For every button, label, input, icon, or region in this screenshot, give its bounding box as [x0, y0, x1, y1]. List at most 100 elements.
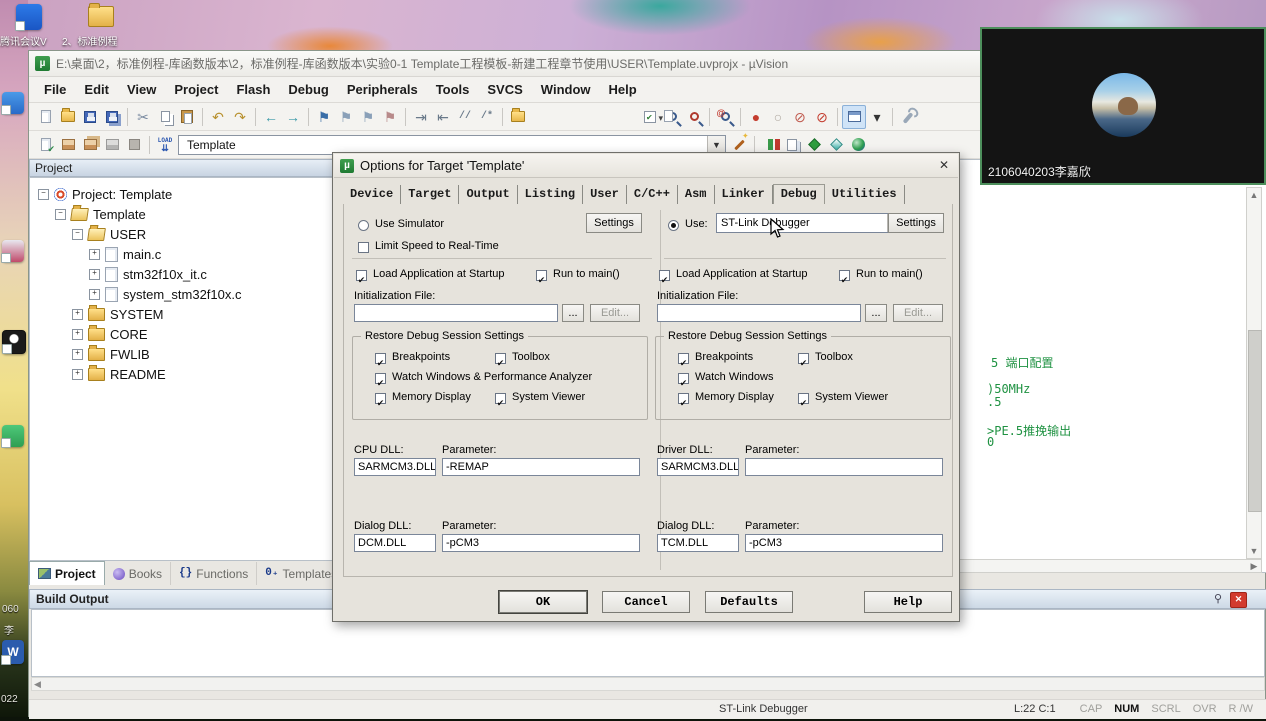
sim-load-app-checkbox[interactable]: ✔ [356, 270, 367, 285]
wechat-icon[interactable] [1, 425, 24, 448]
dialog-tab-linker[interactable]: Linker [715, 185, 773, 204]
dbg-load-app-checkbox[interactable]: ✔ [659, 270, 670, 285]
desktop-folder-icon[interactable] [88, 3, 114, 27]
tree-expander[interactable]: + [89, 288, 100, 300]
dbg-edit-button[interactable]: Edit... [893, 304, 943, 322]
dialog-tab-utilities[interactable]: Utilities [825, 185, 905, 204]
dialog-tab-listing[interactable]: Listing [518, 185, 584, 204]
disable-all-breakpoints-button[interactable]: ⊘ [789, 106, 811, 128]
check-dropdown-button[interactable] [639, 106, 663, 128]
build-output-scrollbar[interactable]: ◀ [31, 677, 1265, 691]
debugger-settings-button[interactable]: Settings [888, 213, 944, 233]
use-simulator-radio[interactable] [358, 220, 369, 231]
editor-vertical-scrollbar[interactable]: ▲ ▼ [1246, 187, 1262, 559]
new-file-button[interactable] [35, 106, 57, 128]
tree-expander[interactable]: + [72, 308, 83, 320]
menu-debug[interactable]: Debug [279, 77, 337, 102]
cancel-button[interactable]: Cancel [602, 591, 690, 613]
tree-item[interactable]: + SYSTEM [30, 304, 335, 324]
menu-project[interactable]: Project [165, 77, 227, 102]
tree-item[interactable]: + FWLIB [30, 344, 335, 364]
dialog-tab-target[interactable]: Target [401, 185, 460, 204]
open-file-button[interactable] [57, 106, 79, 128]
sim-dialog-parameter-input[interactable]: -pCM3 [442, 534, 640, 552]
sim-run-main-checkbox[interactable]: ✔ [536, 270, 547, 285]
cpu-parameter-input[interactable]: -REMAP [442, 458, 640, 476]
dbg-dialog-dll-input[interactable]: TCM.DLL [657, 534, 739, 552]
tree-item[interactable]: − Project: Template [30, 184, 335, 204]
help-button[interactable]: Help [864, 591, 952, 613]
sim-dialog-dll-input[interactable]: DCM.DLL [354, 534, 436, 552]
kill-all-breakpoints-button[interactable]: ⊘ [811, 106, 833, 128]
download-button[interactable] [154, 134, 176, 156]
translate-button[interactable] [35, 134, 57, 156]
use-debugger-radio[interactable] [668, 220, 679, 231]
tree-item[interactable]: − USER [30, 224, 335, 244]
sim-checkbox-memory-display[interactable]: ✔ [375, 393, 386, 408]
word-icon[interactable]: W [1, 640, 24, 665]
simulator-settings-button[interactable]: Settings [586, 213, 642, 233]
build-output-pin-icon[interactable]: ⚲ [1211, 592, 1225, 606]
dbg-init-file-input[interactable] [657, 304, 861, 322]
desktop-shortcut-2-icon[interactable] [1, 240, 24, 263]
sim-browse-button[interactable]: ... [562, 304, 584, 322]
scroll-left-icon[interactable]: ◀ [34, 678, 41, 690]
start-debug-session-button[interactable] [683, 106, 705, 128]
sim-checkbox-toolbox[interactable]: ✔ [495, 353, 506, 368]
tree-item[interactable]: + main.c [30, 244, 335, 264]
redo-button[interactable]: ↷ [229, 106, 251, 128]
tree-expander[interactable]: − [55, 208, 66, 220]
ok-button[interactable]: OK [499, 591, 587, 613]
configure-tools-button[interactable] [897, 106, 919, 128]
indent-button[interactable]: ⇥ [410, 106, 432, 128]
save-button[interactable] [79, 106, 101, 128]
dialog-tab-asm[interactable]: Asm [678, 185, 715, 204]
insert-breakpoint-button[interactable]: ● [745, 106, 767, 128]
dialog-tab-cc[interactable]: C/C++ [627, 185, 678, 204]
stop-build-button[interactable] [123, 134, 145, 156]
project-panel-header[interactable]: Project [29, 159, 336, 177]
dialog-tab-user[interactable]: User [583, 185, 627, 204]
dbg-checkbox-memory-display[interactable]: ✔ [678, 393, 689, 408]
menu-help[interactable]: Help [600, 77, 646, 102]
dbg-checkbox-toolbox[interactable]: ✔ [798, 353, 809, 368]
menu-window[interactable]: Window [532, 77, 600, 102]
menu-peripherals[interactable]: Peripherals [338, 77, 427, 102]
tree-item[interactable]: + system_stm32f10x.c [30, 284, 335, 304]
unindent-button[interactable]: ⇤ [432, 106, 454, 128]
enable-breakpoint-button[interactable]: ○ [767, 106, 789, 128]
dialog-close-icon[interactable]: ✕ [936, 158, 952, 174]
sim-init-file-input[interactable] [354, 304, 558, 322]
scroll-down-icon[interactable]: ▼ [1247, 544, 1261, 558]
save-all-button[interactable] [101, 106, 123, 128]
sim-edit-button[interactable]: Edit... [590, 304, 640, 322]
rebuild-all-button[interactable] [79, 134, 101, 156]
driver-parameter-input[interactable] [745, 458, 943, 476]
sim-checkbox-watch-windows---performance-analyzer[interactable]: ✔ [375, 373, 386, 388]
find-in-files-button[interactable] [661, 106, 683, 128]
driver-dll-input[interactable]: SARMCM3.DLL [657, 458, 739, 476]
sim-checkbox-breakpoints[interactable]: ✔ [375, 353, 386, 368]
dbg-checkbox-watch-windows[interactable]: ✔ [678, 373, 689, 388]
debugger-dropdown[interactable]: ST-Link Debugger ▼ [716, 213, 906, 233]
tree-expander[interactable]: − [72, 228, 83, 240]
dialog-tab-output[interactable]: Output [459, 185, 518, 204]
tab-books[interactable]: Books [105, 562, 172, 585]
build-button[interactable] [57, 134, 79, 156]
layout-dropdown-button[interactable]: ▾ [866, 106, 888, 128]
navigate-forward-button[interactable]: → [282, 106, 304, 128]
tree-item[interactable]: − Template [30, 204, 335, 224]
previous-bookmark-button[interactable]: ⚑ [335, 106, 357, 128]
tab-project[interactable]: Project [29, 561, 105, 585]
dialog-tab-debug[interactable]: Debug [772, 184, 825, 205]
build-output-close-icon[interactable]: ✕ [1230, 592, 1247, 608]
dbg-checkbox-breakpoints[interactable]: ✔ [678, 353, 689, 368]
scroll-up-icon[interactable]: ▲ [1247, 188, 1261, 202]
paste-button[interactable] [176, 106, 198, 128]
menu-view[interactable]: View [118, 77, 165, 102]
find-button[interactable] [714, 106, 736, 128]
defaults-button[interactable]: Defaults [705, 591, 793, 613]
dialog-tab-device[interactable]: Device [343, 185, 402, 204]
uncomment-button[interactable]: /* [476, 106, 498, 128]
tree-expander[interactable]: + [72, 328, 83, 340]
